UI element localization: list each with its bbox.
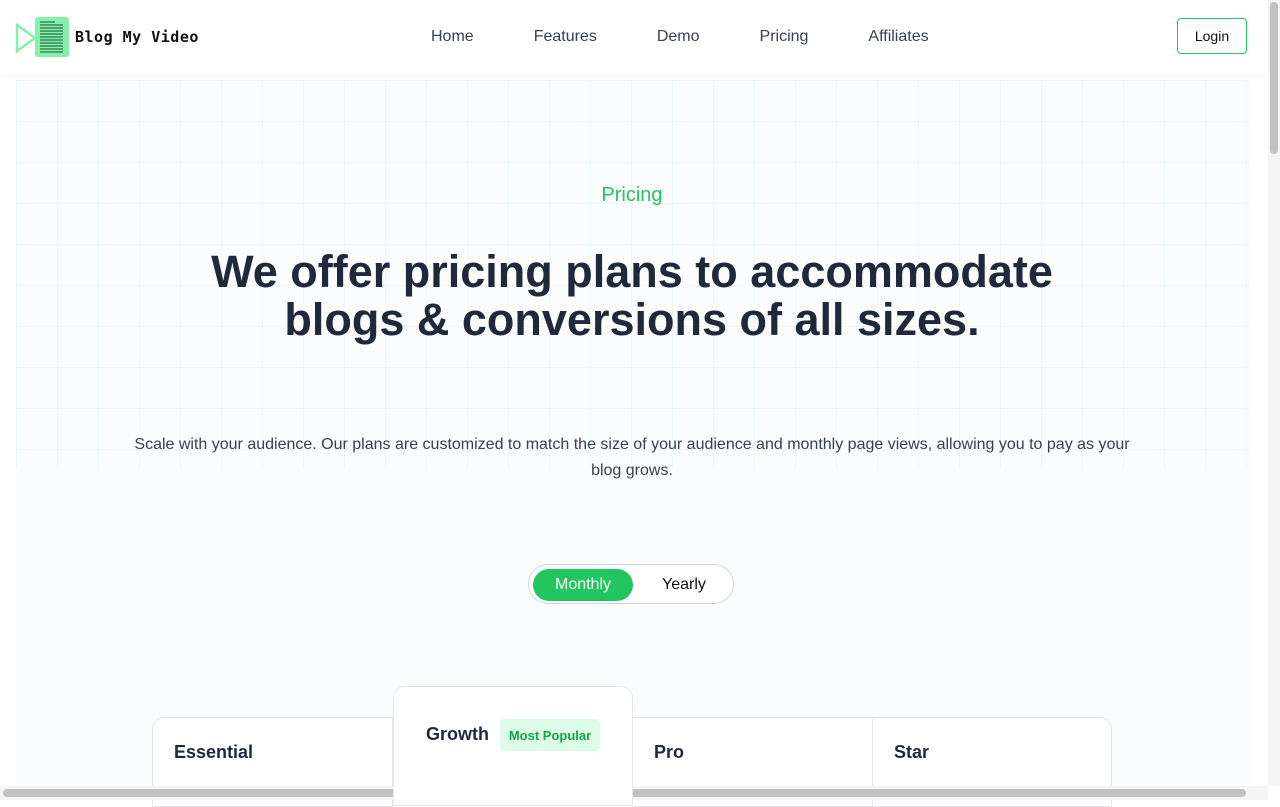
play-document-icon: [15, 16, 69, 58]
plan-name: Essential: [174, 742, 254, 762]
vertical-scrollbar-thumb[interactable]: [1270, 2, 1278, 154]
page-title: We offer pricing plans to accommodate bl…: [211, 246, 1053, 345]
nav-features[interactable]: Features: [534, 27, 597, 47]
monthly-option[interactable]: Monthly: [533, 569, 633, 601]
login-button[interactable]: Login: [1177, 18, 1247, 54]
plan-card-growth[interactable]: Growth Most Popular: [393, 686, 633, 806]
plan-name: Star: [894, 742, 930, 762]
billing-toggle: Monthly Yearly: [528, 564, 734, 604]
hero-subtext: Scale with your audience. Our plans are …: [134, 436, 1130, 479]
brand-name: Blog My Video: [75, 28, 199, 46]
brand-logo[interactable]: Blog My Video: [15, 16, 199, 58]
site-header: Blog My Video Home Features Demo Pricing…: [0, 0, 1268, 74]
pricing-plans: Essential Growth Most Popular Pro Star: [152, 686, 1112, 807]
nav-demo[interactable]: Demo: [657, 27, 700, 47]
nav-home[interactable]: Home: [431, 27, 474, 47]
vertical-scrollbar[interactable]: [1268, 0, 1280, 786]
plan-name: Growth: [426, 724, 489, 744]
main-nav: Home Features Demo Pricing Affiliates: [431, 27, 989, 47]
nav-pricing[interactable]: Pricing: [760, 27, 809, 47]
plan-name: Pro: [654, 742, 685, 762]
section-eyebrow: Pricing: [601, 184, 663, 206]
horizontal-scrollbar[interactable]: [0, 786, 1268, 800]
nav-affiliates[interactable]: Affiliates: [868, 27, 928, 47]
most-popular-badge: Most Popular: [500, 719, 600, 751]
yearly-option[interactable]: Yearly: [639, 569, 729, 601]
